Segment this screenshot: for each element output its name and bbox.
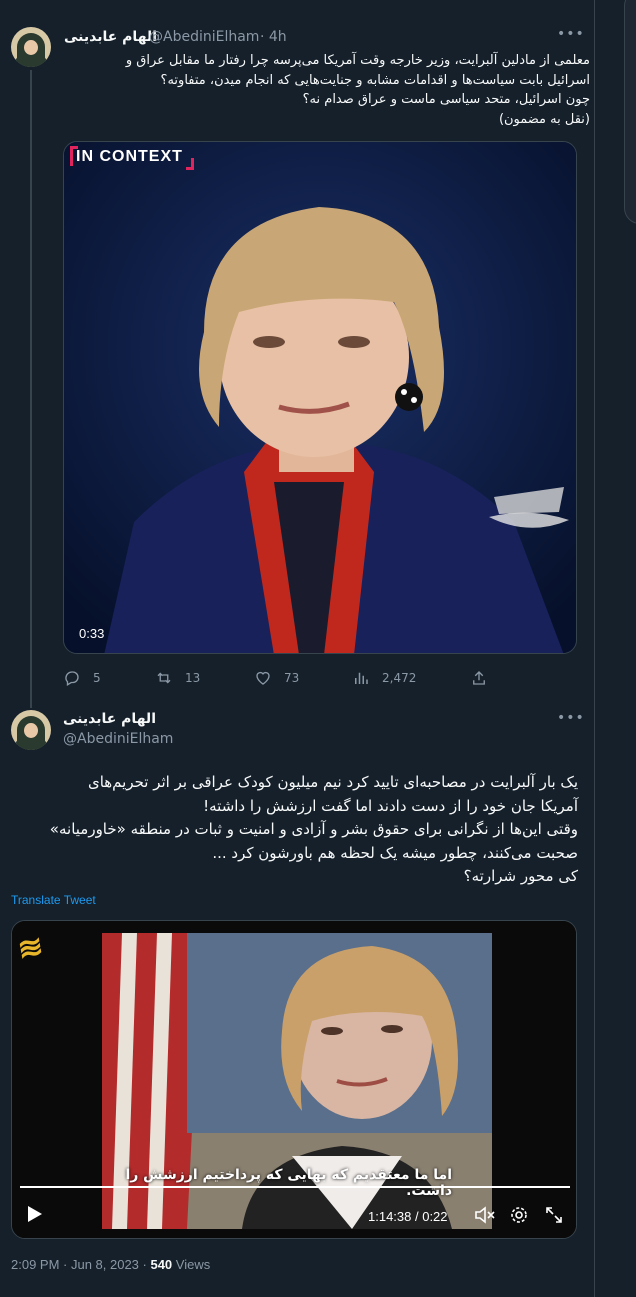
thread-line	[30, 70, 32, 708]
video-player[interactable]: ≋ اما ما معتقدیم که بهایی که پرداختیم ار…	[11, 920, 577, 1239]
avatar-body	[15, 55, 47, 67]
more-options-icon[interactable]: •••	[557, 710, 585, 726]
avatar[interactable]	[11, 710, 51, 750]
views-count: 2,472	[382, 671, 417, 685]
sidebar-card	[624, 0, 636, 224]
video-time: 1:14:38 / 0:22	[368, 1209, 448, 1224]
share-button[interactable]	[470, 668, 488, 688]
translate-tweet-link[interactable]: Translate Tweet	[11, 893, 96, 907]
tweet-time[interactable]: · 4h	[260, 29, 287, 45]
video-duration: 0:33	[79, 626, 105, 641]
tweet-text-line: آمریکا جان خود را از دست دادند اما گفت ا…	[203, 796, 578, 815]
reply-icon	[65, 671, 79, 686]
share-icon	[473, 671, 485, 685]
avatar[interactable]	[11, 27, 51, 67]
avatar-face	[24, 723, 38, 738]
analytics-icon	[355, 672, 368, 684]
video-player[interactable]: IN CONTEXT 0:33	[63, 141, 577, 654]
views-button[interactable]: 2,472	[352, 668, 416, 688]
tweet-meta: 2:09 PM · Jun 8, 2023 · 540 Views	[11, 1257, 210, 1272]
tweet-text-line: کی محور شرارته؟	[463, 867, 578, 885]
tweet-text-line: (نقل به مضمون)	[498, 111, 590, 127]
tweet-text-line: صحبت می‌کنند، چطور میشه یک لحظه هم باورش…	[212, 843, 578, 862]
views-count: 540	[150, 1257, 173, 1272]
heart-icon	[256, 671, 270, 685]
fullscreen-icon[interactable]	[544, 1205, 564, 1229]
tweet-text-line: چون اسرائیل، متحد سیاسی ماست و عراق صدام…	[302, 92, 590, 107]
retweet-icon	[157, 672, 171, 684]
views-label: Views	[172, 1257, 211, 1272]
author-handle[interactable]: @AbediniElham	[63, 731, 173, 747]
video-frame	[64, 142, 576, 653]
tweet-text-line: معلمی از مادلین آلبرایت، وزیر خارجه وقت …	[125, 53, 590, 68]
tweet-timestamp[interactable]: 2:09 PM · Jun 8, 2023 ·	[11, 1257, 150, 1272]
like-count: 73	[284, 671, 300, 685]
play-icon[interactable]	[26, 1204, 44, 1228]
column-divider	[594, 0, 595, 1297]
tweet-text-line: وقتی این‌ها از نگرانی برای حقوق بشر و آز…	[49, 820, 578, 838]
retweet-button[interactable]: 13	[155, 668, 200, 688]
avatar-body	[15, 738, 47, 750]
reply-count: 5	[93, 671, 101, 685]
video-controls: 1:14:38 / 0:22	[12, 1178, 576, 1238]
tweet-text: معلمی از مادلین آلبرایت، وزیر خارجه وقت …	[64, 51, 590, 129]
author-handle[interactable]: @AbediniElham	[149, 29, 259, 45]
in-context-badge: IN CONTEXT	[76, 148, 183, 165]
badge-bracket	[186, 158, 194, 170]
retweet-count: 13	[185, 671, 201, 685]
author-name[interactable]: الهام عابدینی	[63, 711, 156, 727]
avatar-face	[24, 40, 38, 55]
progress-bar[interactable]	[20, 1186, 570, 1188]
reply-button[interactable]: 5	[63, 668, 101, 688]
like-button[interactable]: 73	[254, 668, 299, 688]
tweet-text-line: یک بار آلبرایت در مصاحبه‌ای تایید کرد نی…	[87, 773, 578, 791]
author-name[interactable]: الهام عابدینی	[64, 29, 157, 45]
settings-gear-icon[interactable]	[509, 1205, 529, 1229]
mute-icon[interactable]	[474, 1206, 496, 1228]
tweet-text: یک بار آلبرایت در مصاحبه‌ای تایید کرد نی…	[12, 771, 578, 889]
more-options-icon[interactable]: •••	[557, 26, 585, 42]
tweet-text-line: اسرائیل بابت سیاست‌ها و اقدامات مشابه و …	[160, 72, 590, 88]
